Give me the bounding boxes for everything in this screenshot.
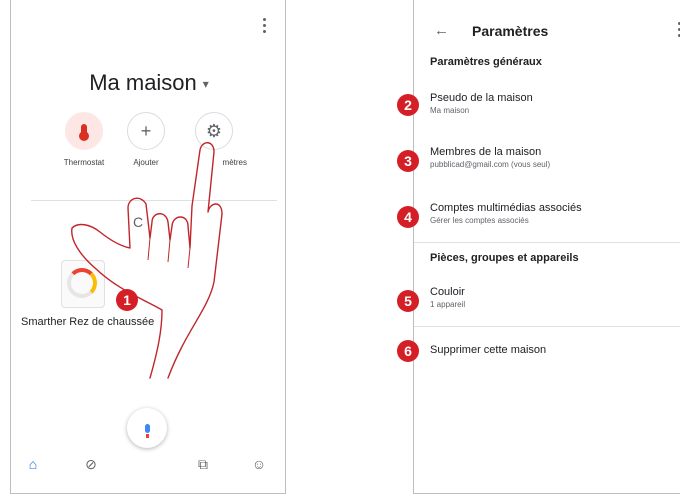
section-general-heading: Paramètres généraux — [430, 56, 542, 68]
delete-home-button[interactable]: Supprimer cette maison — [430, 344, 546, 356]
step-badge-5: 5 — [397, 290, 419, 312]
step-badge-4: 4 — [397, 206, 419, 228]
page-title: Paramètres — [472, 23, 549, 39]
settings-item-media-accounts[interactable]: Comptes multimédias associés Gérer les c… — [430, 202, 582, 225]
add-action[interactable]: + Ajouter — [111, 112, 181, 167]
thermostat-dial-icon[interactable] — [61, 260, 105, 308]
thermostat-action[interactable]: Thermostat — [49, 112, 119, 167]
item-title: Comptes multimédias associés — [430, 202, 582, 214]
step-badge-3: 3 — [397, 150, 419, 172]
plus-icon: + — [127, 112, 165, 150]
item-subtitle: Gérer les comptes associés — [430, 216, 529, 225]
chevron-down-icon: ▾ — [202, 77, 209, 92]
thermostat-label: Thermostat — [63, 158, 105, 167]
item-title: Supprimer cette maison — [430, 344, 547, 356]
item-subtitle: pubblicad@gmail.com (vous seul) — [430, 160, 551, 169]
thermometer-icon — [65, 112, 103, 150]
section-rooms-heading: Pièces, groupes et appareils — [430, 252, 579, 264]
divider — [414, 242, 680, 243]
home-title-label: Ma maison — [89, 70, 197, 95]
microphone-icon — [144, 423, 150, 438]
settings-action[interactable]: ⚙ mètres — [179, 112, 249, 167]
step-badge-1: 1 — [116, 289, 138, 311]
item-title: Membres de la maison — [430, 146, 542, 158]
room-title: C — [133, 214, 144, 230]
settings-item-room-couloir[interactable]: Couloir 1 appareil — [430, 286, 465, 309]
assistant-mic-button[interactable] — [127, 408, 167, 448]
settings-label: mètres — [222, 158, 247, 167]
gear-icon: ⚙ — [195, 112, 233, 150]
bottom-nav: ⌂ ⊘ ⧉ ☺ — [11, 446, 287, 494]
home-screen: Ma maison ▾ Thermostat + Ajouter ⚙ mètres… — [10, 0, 286, 494]
divider — [414, 326, 680, 327]
settings-screen: ← Paramètres Paramètres généraux Pseudo … — [413, 0, 680, 494]
item-title: Pseudo de la maison — [430, 92, 533, 104]
item-title: Couloir — [430, 286, 465, 298]
account-icon[interactable]: ☺ — [249, 456, 269, 472]
compass-icon[interactable]: ⊘ — [81, 456, 101, 473]
home-title[interactable]: Ma maison ▾ — [11, 70, 287, 96]
media-icon[interactable]: ⧉ — [193, 456, 213, 473]
add-label: Ajouter — [133, 158, 159, 167]
settings-item-members[interactable]: Membres de la maison pubblicad@gmail.com… — [430, 146, 550, 169]
back-arrow-icon[interactable]: ← — [434, 22, 449, 39]
divider — [31, 200, 277, 201]
settings-item-home-name[interactable]: Pseudo de la maison Ma maison — [430, 92, 533, 115]
item-subtitle: Ma maison — [430, 106, 470, 115]
device-name[interactable]: Smarther Rez de chaussée — [21, 316, 154, 328]
step-badge-2: 2 — [397, 94, 419, 116]
item-subtitle: 1 appareil — [430, 300, 466, 309]
home-icon[interactable]: ⌂ — [23, 456, 43, 472]
step-badge-6: 6 — [397, 340, 419, 362]
more-options-icon[interactable] — [263, 18, 267, 33]
